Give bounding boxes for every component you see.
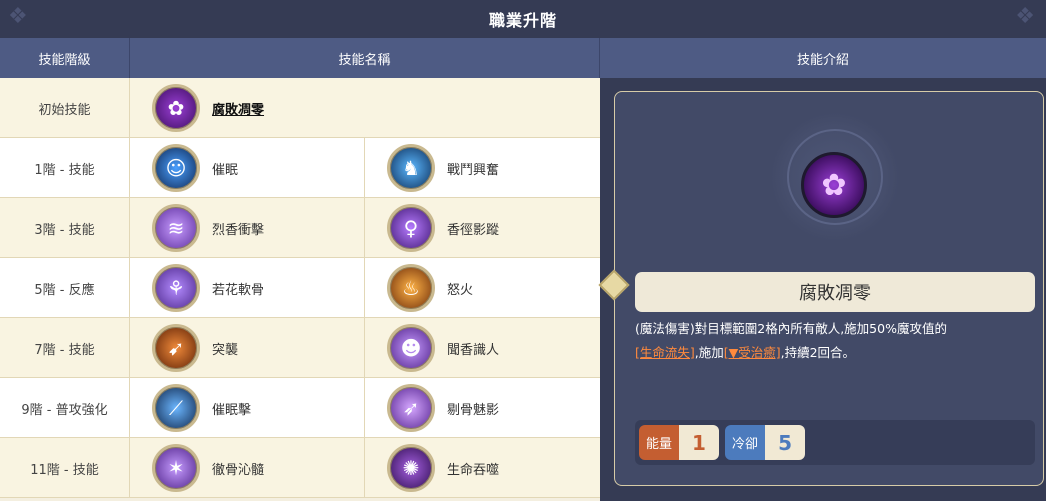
column-header-intro: 技能介紹 xyxy=(796,52,849,68)
skill-cell[interactable]: ☻ 聞香識人 xyxy=(365,318,600,378)
skill-cell[interactable]: ✶ 徹骨沁髓 xyxy=(130,438,365,498)
skill-name[interactable]: 怒火 xyxy=(447,279,473,298)
table-row: 11階 - 技能 ✶ 徹骨沁髓 ✺ 生命吞噬 xyxy=(0,438,600,498)
skill-name[interactable]: 香徑影蹤 xyxy=(447,219,499,238)
page-title-bar: ❖ 職業升階 ❖ xyxy=(0,0,1046,38)
table-row: 1階 - 技能 ☺ 催眠 ♞ 戰鬥興奮 xyxy=(0,138,600,198)
energy-stat: 能量 1 xyxy=(639,425,720,460)
hypnosis-skill-icon[interactable]: ☺ xyxy=(152,144,200,192)
skill-description: (魔法傷害)對目標範圍2格內所有敵人,施加50%魔攻值的 [生命流失],施加[▼… xyxy=(635,317,1040,365)
skill-cell[interactable]: ✺ 生命吞噬 xyxy=(365,438,600,498)
skill-name[interactable]: 徹骨沁髓 xyxy=(212,459,264,478)
skill-cell[interactable]: ⟋ 催眠擊 xyxy=(130,378,365,438)
heal-reduction-link[interactable]: [▼受治癒] xyxy=(724,345,781,360)
life-devour-skill-icon[interactable]: ✺ xyxy=(387,444,435,492)
tier-label: 7階 - 技能 xyxy=(0,318,130,378)
assault-skill-icon[interactable]: ➹ xyxy=(152,324,200,372)
battle-excitement-skill-icon[interactable]: ♞ xyxy=(387,144,435,192)
description-text: ,持續2回合。 xyxy=(780,345,856,360)
skill-detail-panel: ✿ 腐敗凋零 (魔法傷害)對目標範圍2格內所有敵人,施加50%魔攻值的 [生命流… xyxy=(598,78,1046,501)
skill-name[interactable]: 聞香識人 xyxy=(447,339,499,358)
pointer-arrow-icon xyxy=(598,269,630,301)
skill-name[interactable]: 突襲 xyxy=(212,339,238,358)
tier-label: 11階 - 技能 xyxy=(0,438,130,498)
decay-skill-large-icon: ✿ xyxy=(801,152,867,218)
tier-label: 初始技能 xyxy=(0,78,130,138)
skill-name[interactable]: 烈香衝擊 xyxy=(212,219,264,238)
skill-cell[interactable]: ♨ 怒火 xyxy=(365,258,600,318)
skill-name-link[interactable]: 腐敗凋零 xyxy=(212,99,264,118)
skill-name[interactable]: 催眠 xyxy=(212,159,238,178)
cooldown-label: 冷卻 xyxy=(725,425,766,460)
energy-label: 能量 xyxy=(639,425,680,460)
marrow-chill-skill-icon[interactable]: ✶ xyxy=(152,444,200,492)
table-row: 5階 - 反應 ⚘ 若花軟骨 ♨ 怒火 xyxy=(0,258,600,318)
skill-stats: 能量 1 冷卻 5 xyxy=(635,420,1035,465)
cooldown-value: 5 xyxy=(765,425,806,460)
tier-label: 3階 - 技能 xyxy=(0,198,130,258)
ornament-left-icon: ❖ xyxy=(8,4,29,29)
column-header-tier: 技能階級 xyxy=(0,38,130,78)
description-text: ,施加 xyxy=(694,345,724,360)
skill-detail-card: ✿ 腐敗凋零 (魔法傷害)對目標範圍2格內所有敵人,施加50%魔攻值的 [生命流… xyxy=(598,91,1044,486)
tier-label: 1階 - 技能 xyxy=(0,138,130,198)
table-row: 3階 - 技能 ≋ 烈香衝擊 ♀ 香徑影蹤 xyxy=(0,198,600,258)
table-header: 技能階級 技能名稱 技能介紹 xyxy=(0,38,1046,78)
ornament-right-icon: ❖ xyxy=(1015,4,1036,29)
skill-cell[interactable]: ☺ 催眠 xyxy=(130,138,365,198)
table-row: 初始技能 ✿ 腐敗凋零 xyxy=(0,78,600,138)
bone-phantom-skill-icon[interactable]: ➶ xyxy=(387,384,435,432)
decay-skill-icon[interactable]: ✿ xyxy=(152,84,200,132)
skill-name[interactable]: 生命吞噬 xyxy=(447,459,499,478)
cooldown-stat: 冷卻 5 xyxy=(725,425,806,460)
skill-cell[interactable]: ≋ 烈香衝擊 xyxy=(130,198,365,258)
skill-name[interactable]: 戰鬥興奮 xyxy=(447,159,499,178)
skill-name[interactable]: 剔骨魅影 xyxy=(447,399,499,418)
tier-label: 9階 - 普攻強化 xyxy=(0,378,130,438)
skill-cell[interactable]: ♀ 香徑影蹤 xyxy=(365,198,600,258)
scent-trail-skill-icon[interactable]: ♀ xyxy=(387,204,435,252)
skill-detail-name: 腐敗凋零 xyxy=(635,272,1035,312)
hypnotic-strike-skill-icon[interactable]: ⟋ xyxy=(152,384,200,432)
skill-cell[interactable]: ➹ 突襲 xyxy=(130,318,365,378)
table-row: 7階 - 技能 ➹ 突襲 ☻ 聞香識人 xyxy=(0,318,600,378)
scent-recognition-skill-icon[interactable]: ☻ xyxy=(387,324,435,372)
description-text: (魔法傷害)對目標範圍2格內所有敵人,施加50%魔攻值的 xyxy=(635,321,947,336)
skill-cell[interactable]: ♞ 戰鬥興奮 xyxy=(365,138,600,198)
page-title: 職業升階 xyxy=(488,11,557,30)
life-loss-link[interactable]: [生命流失] xyxy=(635,345,695,360)
fragrance-strike-skill-icon[interactable]: ≋ xyxy=(152,204,200,252)
soft-bone-skill-icon[interactable]: ⚘ xyxy=(152,264,200,312)
skill-name[interactable]: 催眠擊 xyxy=(212,399,251,418)
tier-label: 5階 - 反應 xyxy=(0,258,130,318)
column-header-name: 技能名稱 xyxy=(130,38,600,78)
skill-cell[interactable]: ➶ 剔骨魅影 xyxy=(365,378,600,438)
skill-name[interactable]: 若花軟骨 xyxy=(212,279,264,298)
skill-cell[interactable]: ⚘ 若花軟骨 xyxy=(130,258,365,318)
skill-table: 初始技能 ✿ 腐敗凋零 1階 - 技能 ☺ 催眠 ♞ 戰鬥興奮 3階 - 技能 … xyxy=(0,78,600,498)
skill-cell[interactable]: ✿ 腐敗凋零 xyxy=(130,78,600,138)
energy-value: 1 xyxy=(679,425,720,460)
table-row: 9階 - 普攻強化 ⟋ 催眠擊 ➶ 剔骨魅影 xyxy=(0,378,600,438)
fury-skill-icon[interactable]: ♨ xyxy=(387,264,435,312)
